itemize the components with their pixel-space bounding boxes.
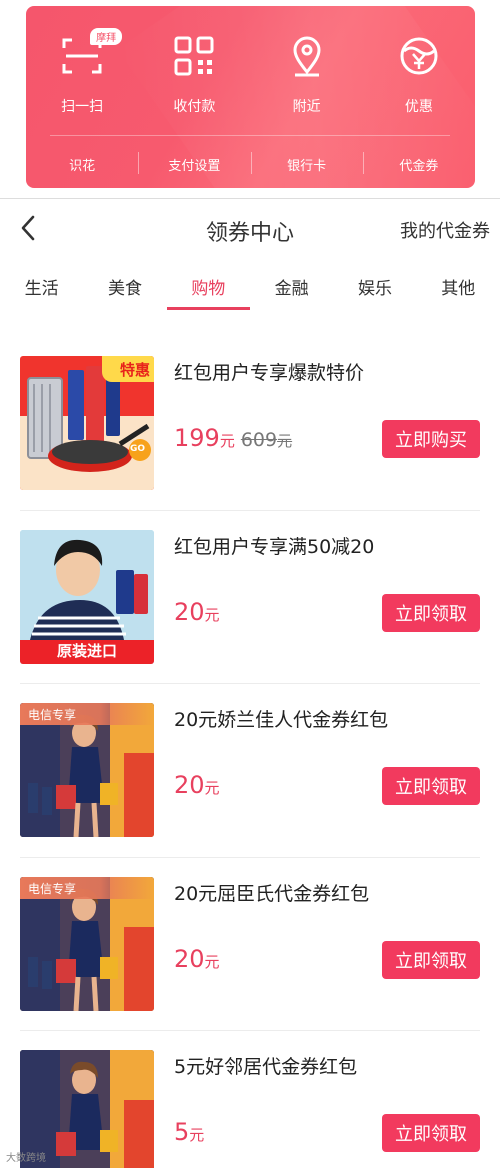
- original-price: 609: [240, 429, 278, 451]
- item-title: 红包用户专享满50减20: [174, 535, 375, 558]
- scan-icon: 摩拜: [60, 28, 123, 78]
- quick-action-label: 扫一扫: [61, 99, 104, 115]
- qr-code-icon: [172, 34, 216, 78]
- quick-action-receive-pay[interactable]: 收付款: [138, 34, 250, 124]
- quick-action-label: 附近: [292, 99, 321, 115]
- tab-shopping[interactable]: 购物: [166, 262, 251, 310]
- product-thumbnail: 电信专享: [20, 703, 154, 837]
- claim-now-button[interactable]: 立即领取: [382, 593, 480, 632]
- my-vouchers-link[interactable]: 我的代金券: [400, 217, 490, 243]
- item-title: 20元娇兰佳人代金券红包: [174, 709, 389, 731]
- list-item[interactable]: 特惠 GO 红包用户专享爆款特价 199元 609元 立即购买: [0, 336, 500, 510]
- claim-now-button[interactable]: 立即领取: [382, 940, 480, 979]
- location-pin-icon: [285, 34, 329, 78]
- watermark: 大数跨境: [6, 1153, 46, 1164]
- price-unit: 元: [189, 1126, 205, 1144]
- mobike-badge: 摩拜: [90, 28, 123, 45]
- claim-now-button[interactable]: 立即领取: [382, 767, 480, 805]
- item-price: 20元: [174, 598, 220, 626]
- sub-actions-row: 识花 支付设置 银行卡 代金券: [26, 146, 475, 182]
- price-value: 20: [174, 771, 205, 799]
- product-thumbnail: 原装进口: [20, 529, 154, 664]
- quick-actions-row: 摩拜 扫一扫 收付款 附近 优惠: [26, 28, 475, 124]
- price-value: 199: [174, 424, 220, 452]
- sub-action-payment-settings[interactable]: 支付设置: [138, 146, 250, 182]
- list-item[interactable]: 原装进口 红包用户专享满50减20 20元 立即领取: [0, 509, 500, 684]
- product-thumbnail: 特惠 GO: [20, 356, 154, 490]
- list-item[interactable]: 电信专享 20元娇兰佳人代金券红包 20元 立即领取: [0, 683, 500, 857]
- wallet-quick-actions: 摩拜 扫一扫 收付款 附近 优惠 识花 支付设置 银行卡 代金券: [0, 0, 500, 198]
- price-unit: 元: [204, 605, 220, 624]
- thumb-badge: 特惠: [119, 361, 150, 379]
- item-price: 5元: [174, 1118, 204, 1146]
- buy-now-button[interactable]: 立即购买: [382, 420, 480, 458]
- quick-action-scan[interactable]: 摩拜 扫一扫: [26, 28, 138, 124]
- item-price: 199元 609元: [174, 424, 292, 452]
- quick-actions-card: 摩拜 扫一扫 收付款 附近 优惠 识花 支付设置 银行卡 代金券: [26, 6, 475, 188]
- item-title: 5元好邻居代金券红包: [174, 1056, 358, 1078]
- price-value: 5: [174, 1118, 190, 1146]
- product-thumbnail: 电信专享: [20, 876, 154, 1011]
- list-item[interactable]: 电信专享 20元屈臣氏代金券红包 20元 立即领取: [0, 856, 500, 1031]
- sub-action-vouchers[interactable]: 代金券: [362, 146, 475, 182]
- yen-coupon-icon: [397, 34, 441, 78]
- price-value: 20: [174, 597, 205, 626]
- quick-action-discount[interactable]: 优惠: [363, 34, 475, 124]
- tab-life[interactable]: 生活: [0, 262, 83, 310]
- price-unit: 元: [204, 952, 220, 971]
- sub-action-flower-id[interactable]: 识花: [26, 146, 138, 182]
- tab-food[interactable]: 美食: [83, 262, 166, 310]
- item-title: 红包用户专享爆款特价: [174, 362, 365, 384]
- original-price-unit: 元: [277, 432, 293, 450]
- thumb-badge: 原装进口: [56, 641, 117, 660]
- price-unit: 元: [204, 779, 220, 797]
- quick-action-label: 收付款: [173, 99, 216, 115]
- thumb-badge: 电信专享: [28, 708, 77, 722]
- quick-action-label: 优惠: [404, 99, 433, 115]
- page-header: 领券中心 我的代金券: [0, 199, 500, 259]
- quick-action-nearby[interactable]: 附近: [251, 34, 363, 124]
- card-divider: [50, 135, 450, 136]
- coupon-list: 特惠 GO 红包用户专享爆款特价 199元 609元 立即购买 原装进口 红包用户…: [0, 336, 500, 1168]
- claim-now-button[interactable]: 立即领取: [382, 1114, 480, 1152]
- item-title: 20元屈臣氏代金券红包: [174, 882, 370, 905]
- sub-action-bank-card[interactable]: 银行卡: [250, 146, 363, 182]
- go-badge: GO: [130, 444, 146, 454]
- thumb-badge: 电信专享: [28, 881, 77, 896]
- item-price: 20元: [174, 945, 220, 973]
- tab-other[interactable]: 其他: [417, 262, 500, 310]
- list-item[interactable]: 5元好邻居代金券红包 5元 立即领取: [0, 1030, 500, 1168]
- item-price: 20元: [174, 771, 220, 799]
- price-value: 20: [174, 944, 205, 973]
- tab-entertainment[interactable]: 娱乐: [333, 262, 416, 310]
- price-unit: 元: [219, 432, 235, 450]
- category-tabs: 生活 美食 购物 金融 娱乐 其他: [0, 262, 500, 310]
- tab-finance[interactable]: 金融: [250, 262, 333, 310]
